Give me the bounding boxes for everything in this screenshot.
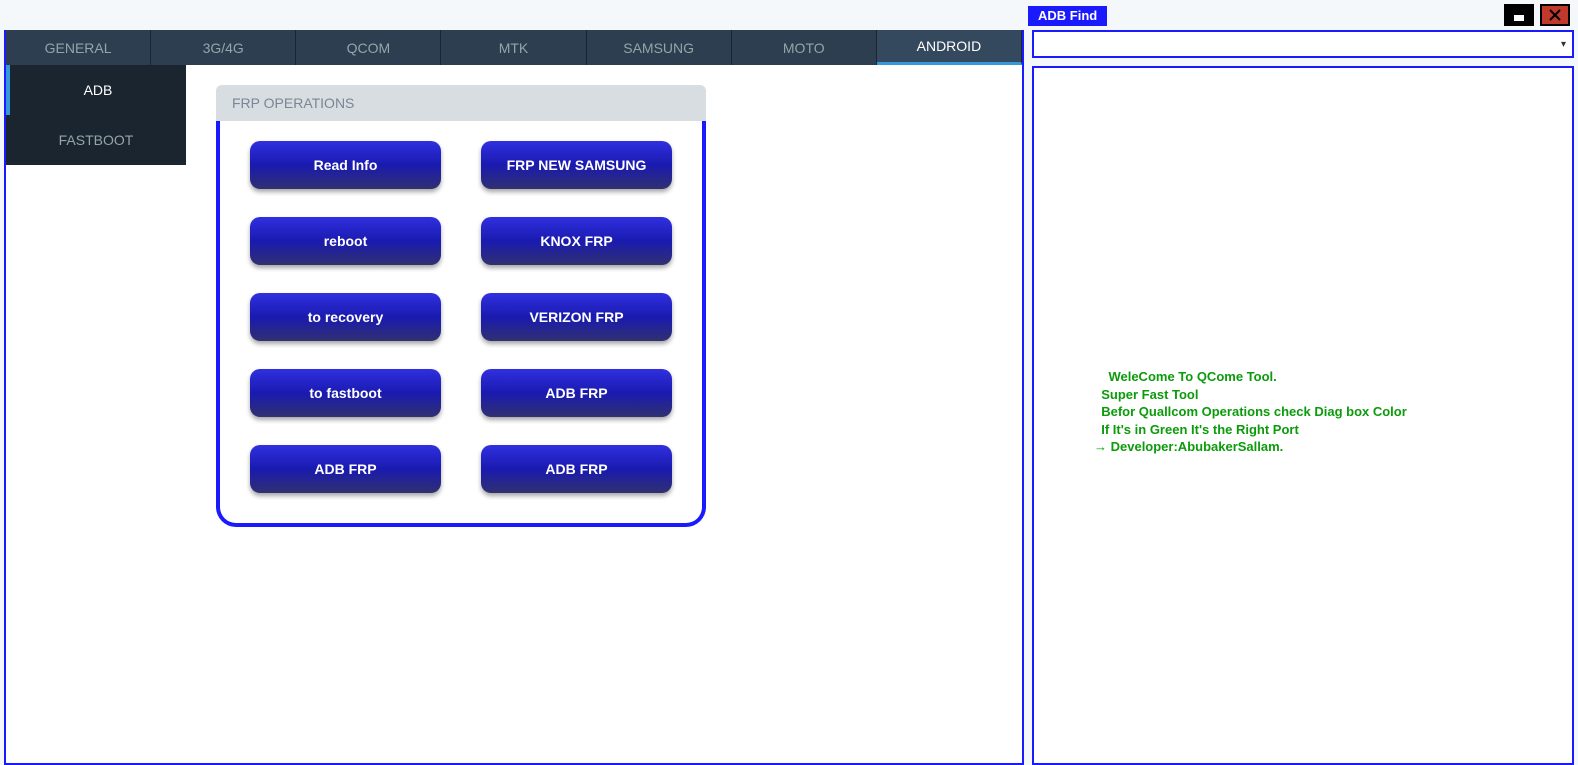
tab-3g4g[interactable]: 3G/4G [151,30,296,65]
chevron-down-icon: ▾ [1561,39,1566,50]
read-info-button[interactable]: Read Info [250,141,441,189]
close-icon [1549,9,1561,21]
log-output: WeleCome To QCome Tool. Super Fast Tool … [1032,66,1574,765]
minimize-icon [1512,8,1526,22]
side-tabs: ADB FASTBOOT [6,65,186,763]
side-tab-adb[interactable]: ADB [6,65,186,115]
tab-general[interactable]: GENERAL [6,30,151,65]
top-tabs: GENERAL 3G/4G QCOM MTK SAMSUNG MOTO ANDR… [6,30,1022,65]
side-tab-fastboot[interactable]: FASTBOOT [6,115,186,165]
frp-operations-header: FRP OPERATIONS [216,85,706,121]
to-recovery-button[interactable]: to recovery [250,293,441,341]
frp-operations-panel: FRP OPERATIONS Read Info FRP NEW SAMSUNG… [216,85,706,527]
right-panel: ▾ WeleCome To QCome Tool. Super Fast Too… [1032,30,1574,765]
tab-samsung[interactable]: SAMSUNG [587,30,732,65]
left-panel: GENERAL 3G/4G QCOM MTK SAMSUNG MOTO ANDR… [4,30,1024,765]
verizon-frp-button[interactable]: VERIZON FRP [481,293,672,341]
tab-qcom[interactable]: QCOM [296,30,441,65]
close-button[interactable] [1540,4,1570,26]
adb-find-label: ADB Find [1028,6,1107,26]
knox-frp-button[interactable]: KNOX FRP [481,217,672,265]
reboot-button[interactable]: reboot [250,217,441,265]
tab-android[interactable]: ANDROID [877,30,1022,65]
port-dropdown[interactable]: ▾ [1032,30,1574,58]
tab-moto[interactable]: MOTO [732,30,877,65]
titlebar: ADB Find [0,0,1578,30]
adb-frp-button-1[interactable]: ADB FRP [481,369,672,417]
adb-frp-button-3[interactable]: ADB FRP [481,445,672,493]
minimize-button[interactable] [1504,4,1534,26]
tab-mtk[interactable]: MTK [441,30,586,65]
frp-new-samsung-button[interactable]: FRP NEW SAMSUNG [481,141,672,189]
adb-frp-button-2[interactable]: ADB FRP [250,445,441,493]
to-fastboot-button[interactable]: to fastboot [250,369,441,417]
log-text: WeleCome To QCome Tool. Super Fast Tool … [1094,368,1562,456]
